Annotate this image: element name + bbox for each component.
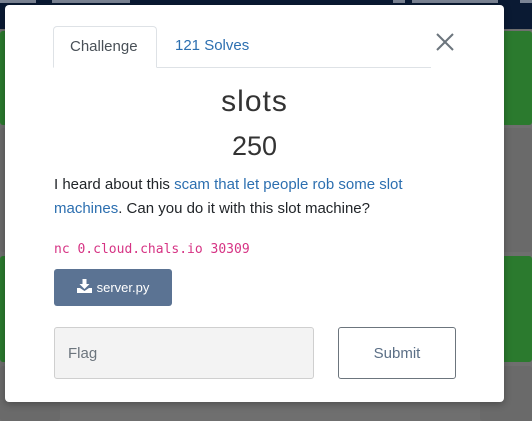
download-file-button[interactable]: server.py — [54, 269, 172, 306]
download-icon — [76, 279, 92, 296]
flag-input[interactable] — [54, 327, 314, 379]
file-button-label: server.py — [96, 280, 150, 295]
tab-challenge[interactable]: Challenge — [53, 26, 157, 68]
connection-command: nc 0.cloud.chals.io 30309 — [54, 242, 250, 257]
navbar-fragment — [412, 0, 498, 3]
challenge-description: I heard about this scam that let people … — [54, 173, 454, 221]
navbar-fragment — [0, 0, 36, 3]
close-icon[interactable] — [433, 30, 457, 54]
navbar-fragment — [393, 0, 405, 3]
submit-button[interactable]: Submit — [338, 327, 456, 379]
tab-solves[interactable]: 121 Solves — [159, 26, 265, 68]
challenge-points: 250 — [231, 131, 278, 161]
challenge-title: slots — [221, 85, 288, 118]
description-prefix: I heard about this — [54, 176, 175, 193]
description-suffix: . Can you do it with this slot machine? — [118, 200, 370, 217]
modal-tabs: Challenge 121 Solves — [53, 26, 431, 68]
challenge-modal: Challenge 121 Solves slots 250 I heard a… — [5, 5, 504, 402]
navbar-fragment — [52, 0, 130, 3]
navbar-fragment — [520, 0, 532, 3]
